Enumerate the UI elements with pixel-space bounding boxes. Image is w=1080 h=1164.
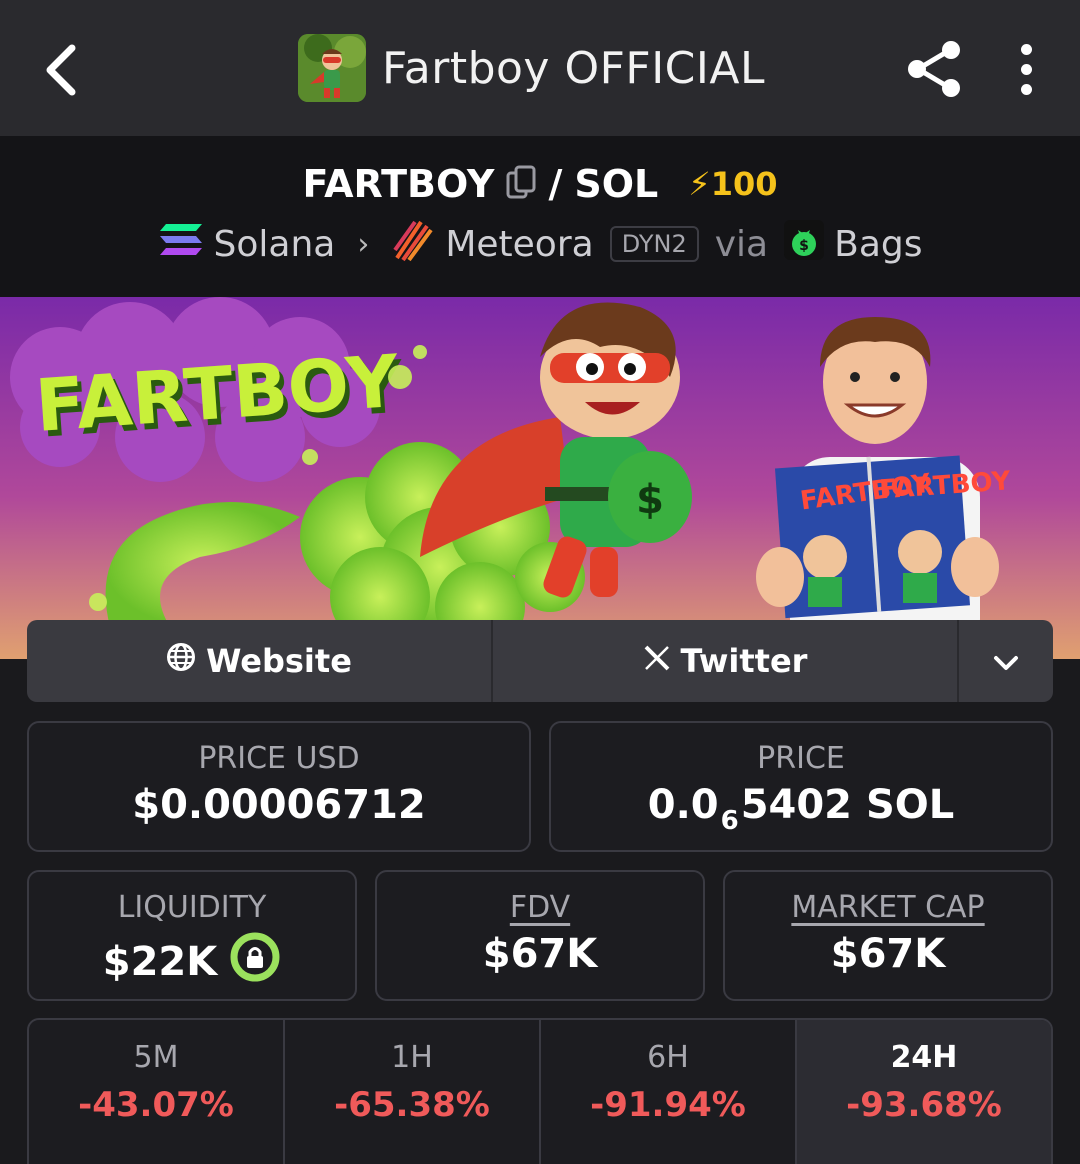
tab-6h[interactable]: 6H -91.94% — [541, 1020, 797, 1164]
meteora-icon — [391, 218, 435, 271]
liquidity-value: $22K — [102, 939, 218, 985]
price-native-card: PRICE 0.0 6 5402 SOL — [549, 721, 1053, 852]
top-app-bar: Fartboy OFFICIAL — [0, 0, 1080, 136]
chain-name[interactable]: Solana — [214, 224, 336, 265]
svg-text:$: $ — [799, 238, 809, 254]
quote-symbol: SOL — [574, 162, 659, 206]
copy-icon[interactable] — [506, 165, 536, 203]
price-change: -93.68% — [846, 1085, 1002, 1125]
svg-text:$: $ — [636, 477, 664, 523]
back-icon[interactable] — [30, 38, 90, 102]
price-usd-card: PRICE USD $0.00006712 — [27, 721, 531, 852]
market-cap-label[interactable]: MARKET CAP — [725, 890, 1051, 925]
pair-row: FARTBOY / SOL ⚡100 — [0, 156, 1080, 212]
boost-badge[interactable]: ⚡100 — [688, 165, 777, 203]
website-label: Website — [206, 642, 352, 680]
price-usd-label: PRICE USD — [198, 741, 360, 776]
via-label: via — [714, 223, 769, 265]
dex-version-badge: DYN2 — [609, 226, 699, 262]
lock-icon[interactable] — [229, 931, 281, 993]
tab-label: 1H — [391, 1040, 433, 1075]
twitter-label: Twitter — [680, 642, 808, 680]
twitter-button[interactable]: Twitter — [493, 620, 959, 702]
more-links-button[interactable] — [959, 620, 1053, 702]
tab-1h[interactable]: 1H -65.38% — [285, 1020, 541, 1164]
chevron-right-icon: › — [357, 226, 370, 262]
base-symbol: FARTBOY — [302, 162, 495, 206]
launchpad-name[interactable]: Bags — [834, 224, 922, 265]
liquidity-label: LIQUIDITY — [117, 890, 267, 925]
tab-label: 5M — [133, 1040, 179, 1075]
chevron-down-icon — [993, 642, 1019, 680]
globe-icon — [166, 642, 196, 680]
token-title: Fartboy OFFICIAL — [298, 34, 765, 102]
timeframe-tabs: 5M -43.07% 1H -65.38% 6H -91.94% 24H -93… — [27, 1018, 1053, 1164]
price-usd-value: $0.00006712 — [132, 782, 426, 828]
tab-label: 24H — [890, 1040, 958, 1075]
chain-row: Solana › Meteora DYN2 via $ Bags — [0, 218, 1080, 270]
market-cap-value: $67K — [830, 931, 946, 977]
fdv-card: FDV $67K — [375, 870, 705, 1001]
fdv-value: $67K — [482, 931, 598, 977]
fdv-label[interactable]: FDV — [377, 890, 703, 925]
tab-label: 6H — [647, 1040, 689, 1075]
app-title: Fartboy OFFICIAL — [382, 42, 765, 94]
price-native-label: PRICE — [757, 741, 845, 776]
price-native-value: 0.0 6 5402 SOL — [551, 782, 1051, 836]
dex-name[interactable]: Meteora — [445, 224, 593, 265]
more-options-icon[interactable] — [1004, 38, 1048, 100]
bags-icon: $ — [784, 219, 825, 269]
price-change: -91.94% — [590, 1085, 746, 1125]
price-native-zero-count: 6 — [720, 806, 739, 836]
pair-separator: / — [548, 162, 563, 206]
share-icon[interactable] — [904, 38, 966, 100]
pair-header: FARTBOY / SOL ⚡100 Solana › Meteora DYN2… — [0, 136, 1080, 297]
price-change: -65.38% — [334, 1085, 490, 1125]
solana-icon — [158, 222, 204, 267]
market-cap-card: MARKET CAP $67K — [723, 870, 1053, 1001]
tab-5m[interactable]: 5M -43.07% — [29, 1020, 285, 1164]
price-native-suffix: 5402 SOL — [740, 782, 955, 828]
liquidity-value-row: $22K — [29, 931, 355, 993]
website-button[interactable]: Website — [27, 620, 493, 702]
links-bar: Website Twitter — [27, 620, 1053, 702]
tab-24h[interactable]: 24H -93.68% — [797, 1020, 1051, 1164]
token-banner: FARTBOY FARTBOY $ FARTBOY FARTBOY — [0, 297, 1080, 659]
price-change: -43.07% — [78, 1085, 234, 1125]
x-logo-icon — [643, 642, 671, 680]
price-native-prefix: 0.0 — [647, 782, 719, 828]
liquidity-card: LIQUIDITY $22K — [27, 870, 357, 1001]
token-avatar — [298, 34, 366, 102]
